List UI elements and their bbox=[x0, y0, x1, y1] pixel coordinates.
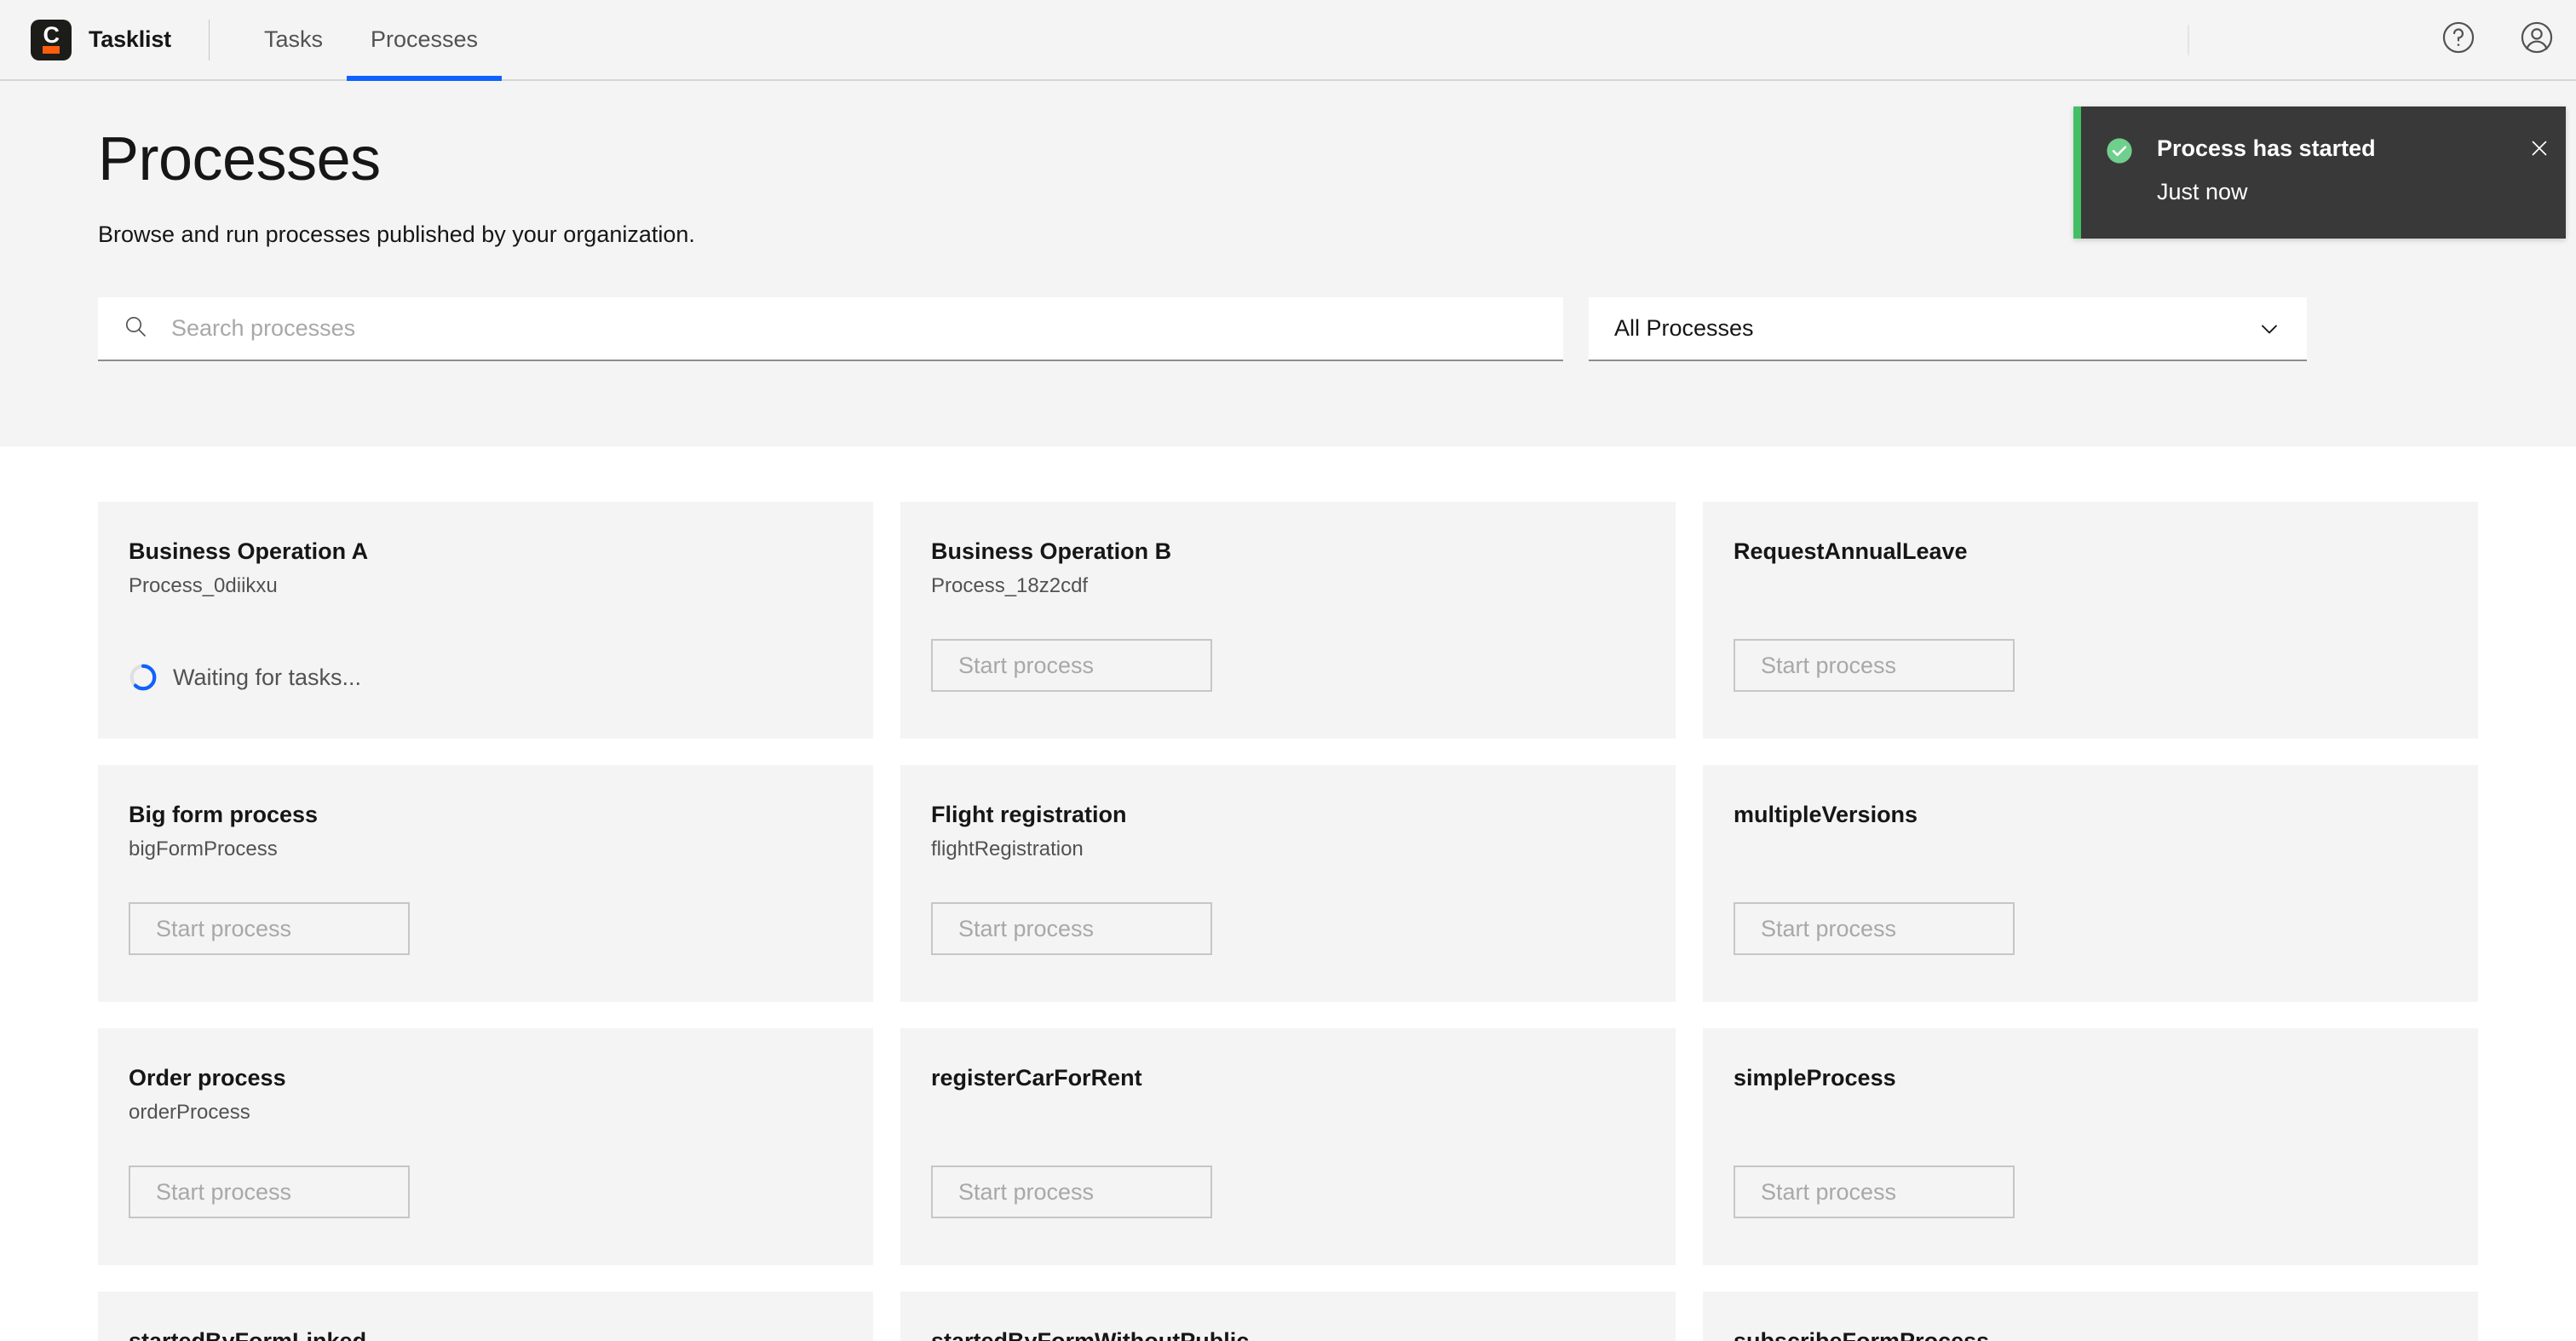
process-card-title: Flight registration bbox=[931, 800, 1645, 829]
user-avatar-icon bbox=[2518, 19, 2556, 60]
process-card-footer: Start process bbox=[1734, 902, 2015, 955]
tab-processes-label: Processes bbox=[371, 26, 478, 53]
process-card-footer: Start process bbox=[129, 1165, 410, 1218]
toast-title: Process has started bbox=[2157, 134, 2513, 163]
start-process-button[interactable]: Start process bbox=[1734, 1165, 2015, 1218]
process-card[interactable]: startedByFormWithoutPublicStart process bbox=[900, 1292, 1676, 1341]
toast-timestamp: Just now bbox=[2157, 177, 2513, 206]
process-card-title: startedByFormWithoutPublic bbox=[931, 1327, 1645, 1341]
process-card-id: bigFormProcess bbox=[129, 836, 842, 863]
waiting-for-tasks-status: Waiting for tasks... bbox=[129, 663, 361, 692]
tab-processes[interactable]: Processes bbox=[347, 0, 502, 79]
process-card-title: Business Operation A bbox=[129, 537, 842, 566]
process-card-footer: Start process bbox=[931, 639, 1212, 692]
process-card-footer: Start process bbox=[1734, 639, 2015, 692]
toast-body: Process has started Just now bbox=[2135, 132, 2513, 239]
process-card-id: Process_18z2cdf bbox=[931, 573, 1645, 600]
toast-close-button[interactable] bbox=[2513, 132, 2566, 180]
start-process-button[interactable]: Start process bbox=[129, 1165, 410, 1218]
success-check-icon bbox=[2104, 135, 2135, 239]
process-card[interactable]: Order process orderProcess Start process bbox=[98, 1028, 873, 1265]
camunda-logo-icon: C bbox=[31, 20, 72, 60]
app-header: C Tasklist Tasks Processes bbox=[0, 0, 2576, 81]
toast-notification: Process has started Just now bbox=[2073, 106, 2566, 239]
process-card-footer: Start process bbox=[129, 902, 410, 955]
process-filter-select[interactable]: All Processes bbox=[1589, 297, 2307, 361]
close-icon bbox=[2527, 135, 2552, 165]
process-card-title: Business Operation B bbox=[931, 537, 1645, 566]
start-process-button[interactable]: Start process bbox=[1734, 639, 2015, 692]
process-card-title: Big form process bbox=[129, 800, 842, 829]
process-card-title: subscribeFormProcess bbox=[1734, 1327, 2447, 1341]
app-name: Tasklist bbox=[89, 26, 171, 53]
process-card-title: simpleProcess bbox=[1734, 1063, 2447, 1092]
process-card-title: RequestAnnualLeave bbox=[1734, 537, 2447, 566]
help-circle-icon bbox=[2440, 19, 2477, 60]
process-card[interactable]: subscribeFormProcessStart process bbox=[1703, 1292, 2478, 1341]
process-card-id: Process_0diikxu bbox=[129, 573, 842, 600]
process-card-title: Order process bbox=[129, 1063, 842, 1092]
header-actions bbox=[2188, 0, 2576, 79]
process-card-title: startedByFormLinked bbox=[129, 1327, 842, 1341]
process-card-footer: Start process bbox=[931, 1165, 1212, 1218]
chevron-down-icon bbox=[2256, 315, 2283, 342]
process-card-footer: Start process bbox=[1734, 1165, 2015, 1218]
waiting-for-tasks-label: Waiting for tasks... bbox=[173, 665, 361, 691]
process-card-id: flightRegistration bbox=[931, 836, 1645, 863]
process-card[interactable]: Business Operation A Process_0diikxu Waiti… bbox=[98, 502, 873, 739]
loading-spinner-icon bbox=[129, 663, 158, 692]
start-process-button[interactable]: Start process bbox=[931, 902, 1212, 955]
process-card[interactable]: simpleProcess Start process bbox=[1703, 1028, 2478, 1265]
logo-accent-bar bbox=[43, 46, 60, 54]
process-card[interactable]: Big form process bigFormProcess Start proc… bbox=[98, 765, 873, 1002]
search-input[interactable]: Search processes bbox=[98, 297, 1563, 361]
start-process-button[interactable]: Start process bbox=[931, 639, 1212, 692]
process-card-title: registerCarForRent bbox=[931, 1063, 1645, 1092]
process-card[interactable]: RequestAnnualLeave Start process bbox=[1703, 502, 2478, 739]
header-faint-divider bbox=[2188, 25, 2189, 55]
process-card[interactable]: startedByFormLinkedStart process bbox=[98, 1292, 873, 1341]
start-process-button[interactable]: Start process bbox=[129, 902, 410, 955]
brand[interactable]: C Tasklist bbox=[31, 0, 171, 79]
user-profile-button[interactable] bbox=[2498, 1, 2576, 79]
process-card[interactable]: Business Operation B Process_18z2cdf Start… bbox=[900, 502, 1676, 739]
tab-tasks-label: Tasks bbox=[264, 26, 323, 53]
search-placeholder: Search processes bbox=[171, 315, 355, 342]
process-card-title: multipleVersions bbox=[1734, 800, 2447, 829]
process-card[interactable]: registerCarForRent Start process bbox=[900, 1028, 1676, 1265]
filters-row: Search processes All Processes bbox=[98, 297, 2478, 361]
start-process-button[interactable]: Start process bbox=[1734, 902, 2015, 955]
process-card-grid: Business Operation A Process_0diikxu Waiti… bbox=[0, 446, 2576, 1341]
main-navigation: Tasks Processes bbox=[240, 0, 502, 79]
help-button[interactable] bbox=[2419, 1, 2498, 79]
header-separator bbox=[209, 20, 210, 60]
logo-letter: C bbox=[31, 23, 72, 48]
start-process-button[interactable]: Start process bbox=[931, 1165, 1212, 1218]
process-card-footer: Start process bbox=[931, 902, 1212, 955]
process-card-id: orderProcess bbox=[129, 1099, 842, 1126]
process-card-footer: Waiting for tasks... bbox=[129, 663, 361, 692]
tab-tasks[interactable]: Tasks bbox=[240, 0, 347, 79]
search-icon bbox=[122, 313, 149, 344]
process-card[interactable]: multipleVersions Start process bbox=[1703, 765, 2478, 1002]
process-card[interactable]: Flight registration flightRegistration Sta… bbox=[900, 765, 1676, 1002]
process-filter-value: All Processes bbox=[1614, 315, 1754, 342]
